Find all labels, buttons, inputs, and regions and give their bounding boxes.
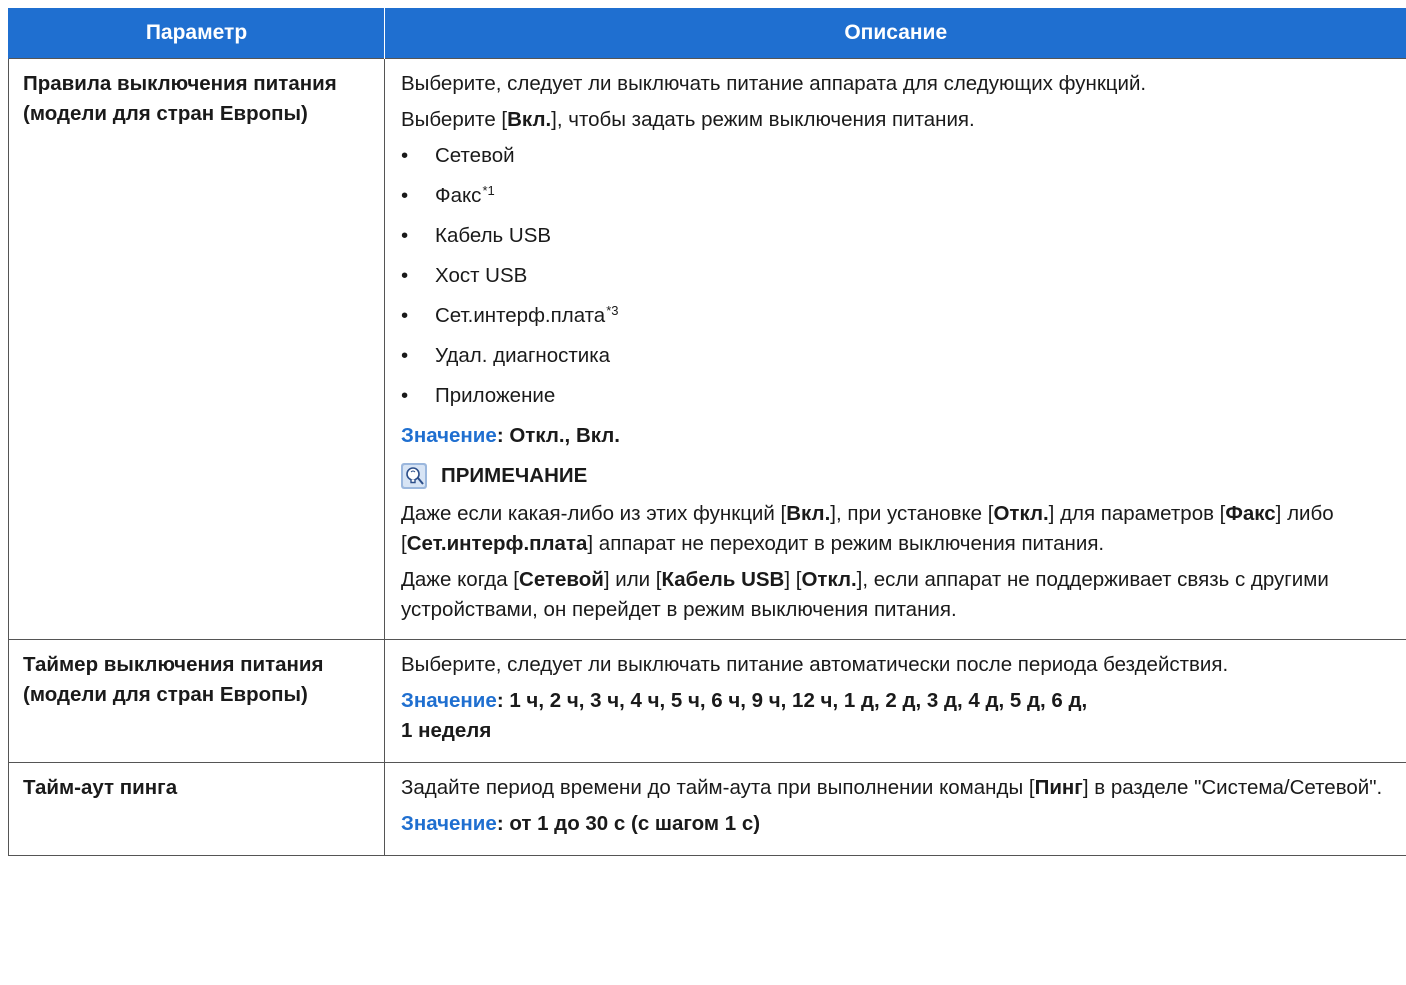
ping-description: Задайте период времени до тайм-аута при … — [401, 776, 1383, 799]
list-item: • Приложение — [401, 384, 556, 407]
lightbulb-note-icon — [401, 463, 427, 489]
param-power-off-rules: Правила выключения питания (модели для с… — [8, 58, 385, 640]
list-item: • Удал. диагностика — [401, 344, 611, 367]
table-row: Правила выключения питания (модели для с… — [8, 58, 1406, 640]
header-description: Описание — [384, 8, 1406, 59]
list-item: • Сет.интерф.плата*3 — [401, 303, 619, 327]
footnote-ref: *3 — [606, 303, 619, 318]
value-line: Значение: от 1 до 30 с (с шагом 1 с) — [401, 812, 761, 835]
value-line: Значение: Откл., Вкл. — [401, 424, 620, 447]
desc-power-off-rules: Выберите, следует ли выключать питание а… — [384, 58, 1406, 640]
list-item: • Кабель USB — [401, 224, 552, 247]
page: Параметр Описание Правила выключения пит… — [0, 0, 1406, 985]
param-ping-timeout: Тайм-аут пинга — [8, 762, 385, 856]
note-paragraph-1: Даже если какая-либо из этих функций [Вк… — [401, 502, 1334, 555]
table-row: Тайм-аут пинга Задайте период времени до… — [8, 762, 1406, 856]
header-param: Параметр — [8, 8, 385, 59]
table-header-row: Параметр Описание — [8, 8, 1406, 59]
note-title: ПРИМЕЧАНИЕ — [441, 464, 588, 487]
note-paragraph-2: Даже когда [Сетевой] или [Кабель USB] [О… — [401, 568, 1329, 621]
param-power-off-timer: Таймер выключения питания (модели для ст… — [8, 639, 385, 763]
list-item: • Хост USB — [401, 264, 528, 287]
intro-line-2: Выберите [Вкл.], чтобы задать режим выкл… — [401, 108, 975, 131]
desc-power-off-timer: Выберите, следует ли выключать питание а… — [384, 639, 1406, 763]
footnote-ref: *1 — [482, 183, 495, 198]
list-item: • Факс*1 — [401, 183, 495, 207]
timer-description: Выберите, следует ли выключать питание а… — [401, 653, 1229, 676]
note-heading: ПРИМЕЧАНИЕ — [401, 461, 1392, 491]
intro-line-1: Выберите, следует ли выключать питание а… — [401, 72, 1147, 95]
table-row: Таймер выключения питания (модели для ст… — [8, 639, 1406, 763]
list-item: • Сетевой — [401, 144, 515, 167]
settings-table: Параметр Описание Правила выключения пит… — [8, 8, 1406, 856]
value-line: Значение: 1 ч, 2 ч, 3 ч, 4 ч, 5 ч, 6 ч, … — [401, 689, 1088, 742]
desc-ping-timeout: Задайте период времени до тайм-аута при … — [384, 762, 1406, 856]
